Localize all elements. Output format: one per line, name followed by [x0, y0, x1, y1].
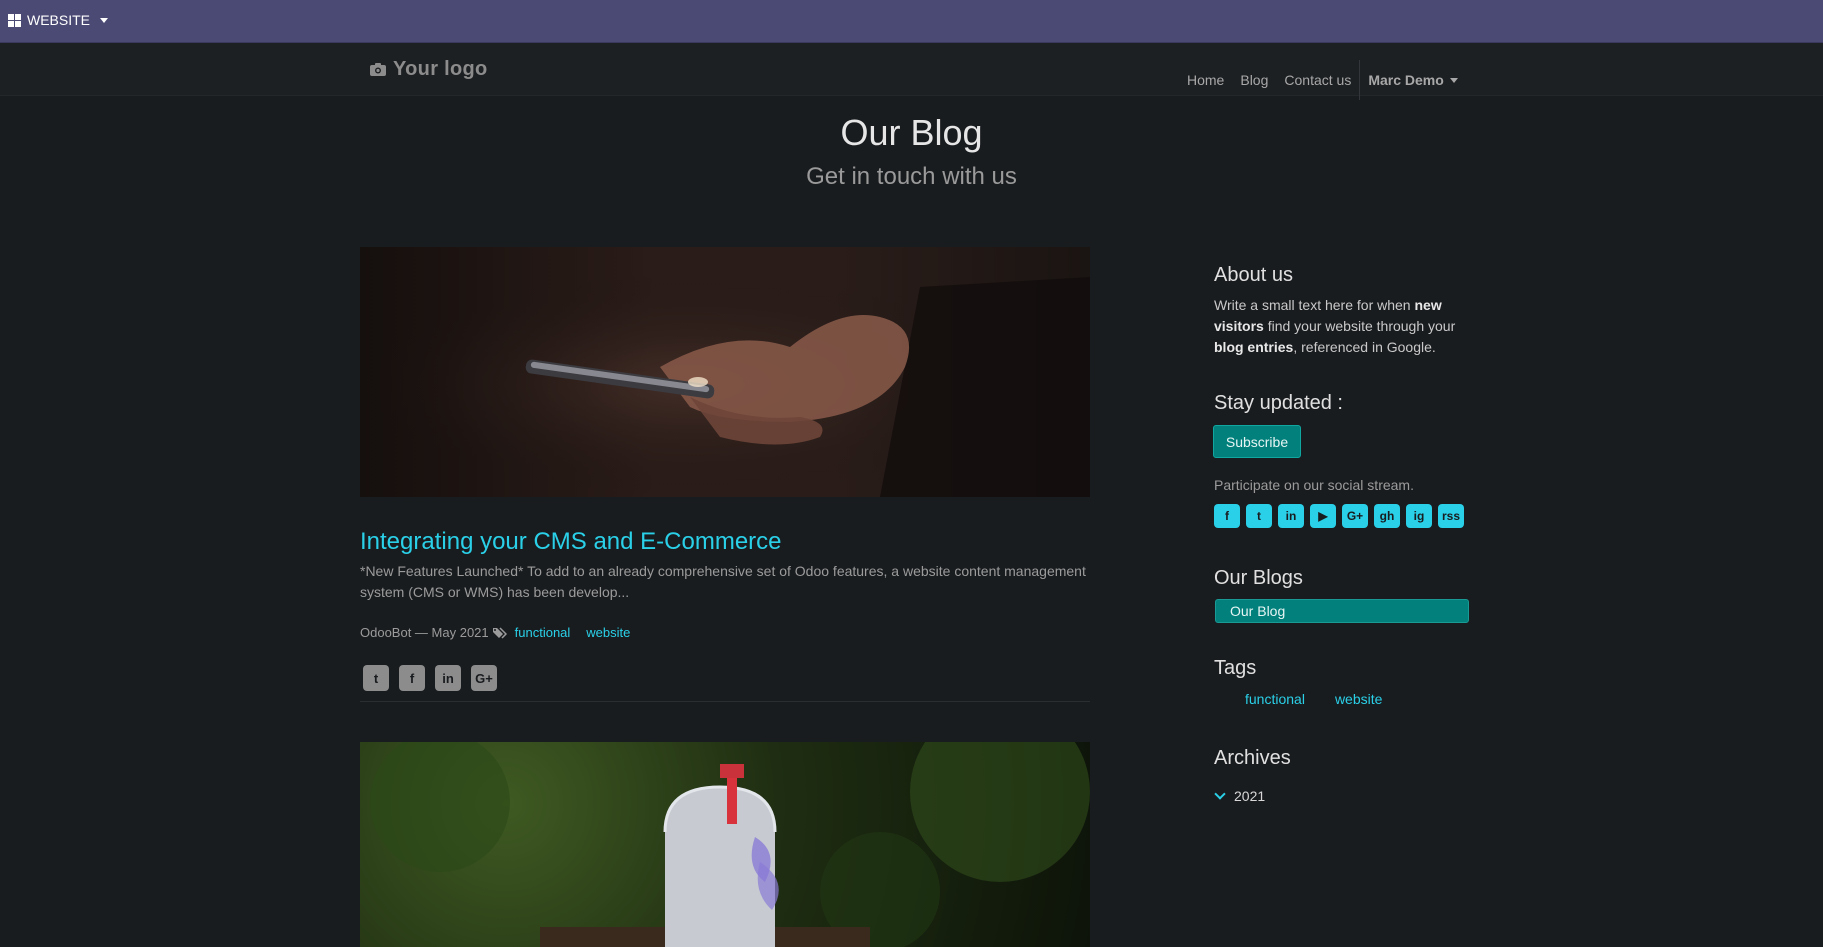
post-meta: OdooBot — May 2021 functional website [360, 625, 638, 640]
share-buttons: t f in G+ [363, 665, 497, 691]
camera-icon [370, 63, 386, 76]
archives-heading: Archives [1214, 747, 1291, 769]
top-app-bar: WEBSITE [0, 0, 1823, 43]
tag-functional[interactable]: functional [1245, 691, 1305, 707]
github-icon[interactable]: gh [1374, 504, 1400, 528]
caret-down-icon [1449, 77, 1458, 83]
nav-menu: Home Blog Contact us Marc Demo [1187, 60, 1458, 100]
sidebar: About us Write a small text here for whe… [1214, 264, 1470, 358]
linkedin-share-icon[interactable]: in [435, 665, 461, 691]
caret-down-icon [100, 17, 109, 23]
post-title-link[interactable]: Integrating your CMS and E-Commerce [360, 528, 782, 556]
user-name: Marc Demo [1368, 72, 1444, 88]
post-tag-functional[interactable]: functional [515, 625, 571, 640]
post-cover-image-2[interactable] [360, 742, 1090, 947]
app-label: WEBSITE [27, 12, 91, 28]
twitter-share-icon[interactable]: t [363, 665, 389, 691]
nav-blog-link[interactable]: Blog [1240, 72, 1268, 88]
website-app-menu[interactable]: WEBSITE [8, 12, 109, 28]
tags-heading: Tags [1214, 657, 1257, 679]
user-menu[interactable]: Marc Demo [1368, 72, 1458, 88]
tags-icon [492, 626, 507, 639]
social-icons: f t in ▶ G+ gh ig rss [1214, 504, 1464, 528]
google-plus-icon[interactable]: G+ [1342, 504, 1368, 528]
post-excerpt: *New Features Launched* To add to an alr… [360, 563, 1086, 600]
rss-icon[interactable]: rss [1438, 504, 1464, 528]
tag-list: functional website [1245, 691, 1382, 707]
subscribe-button[interactable]: Subscribe [1213, 425, 1301, 458]
social-stream-text: Participate on our social stream. [1214, 477, 1414, 493]
linkedin-icon[interactable]: in [1278, 504, 1304, 528]
logo-text: Your logo [393, 58, 488, 80]
archive-year-2021[interactable]: 2021 [1214, 788, 1265, 804]
facebook-icon[interactable]: f [1214, 504, 1240, 528]
nav-divider [1359, 60, 1361, 100]
google-plus-share-icon[interactable]: G+ [471, 665, 497, 691]
phone-hands-illustration [360, 247, 1090, 497]
our-blogs-heading: Our Blogs [1214, 567, 1303, 589]
post-author-date: OdooBot — May 2021 [360, 625, 489, 640]
facebook-share-icon[interactable]: f [399, 665, 425, 691]
instagram-icon[interactable]: ig [1406, 504, 1432, 528]
about-heading: About us [1214, 264, 1293, 286]
about-text: Write a small text here for when new vis… [1214, 297, 1456, 355]
website-navbar: Your logo Home Blog Contact us Marc Demo [0, 43, 1823, 100]
youtube-icon[interactable]: ▶ [1310, 504, 1336, 528]
post-divider [360, 701, 1090, 702]
twitter-icon[interactable]: t [1246, 504, 1272, 528]
post-tag-website[interactable]: website [586, 625, 630, 640]
chevron-down-icon [1214, 788, 1226, 800]
post-cover-image[interactable] [360, 247, 1090, 497]
page-subtitle: Get in touch with us [806, 163, 1017, 190]
nav-contact-link[interactable]: Contact us [1284, 72, 1351, 88]
archive-year-label: 2021 [1234, 788, 1266, 804]
tag-website[interactable]: website [1335, 691, 1382, 707]
apps-grid-icon [8, 13, 21, 27]
stay-updated-heading: Stay updated : [1214, 392, 1343, 414]
mailbox-illustration [370, 742, 1090, 947]
site-logo[interactable]: Your logo [369, 58, 488, 81]
blog-list-item-our-blog[interactable]: Our Blog [1215, 599, 1469, 623]
nav-home-link[interactable]: Home [1187, 72, 1224, 88]
page-title: Our Blog [840, 112, 983, 153]
